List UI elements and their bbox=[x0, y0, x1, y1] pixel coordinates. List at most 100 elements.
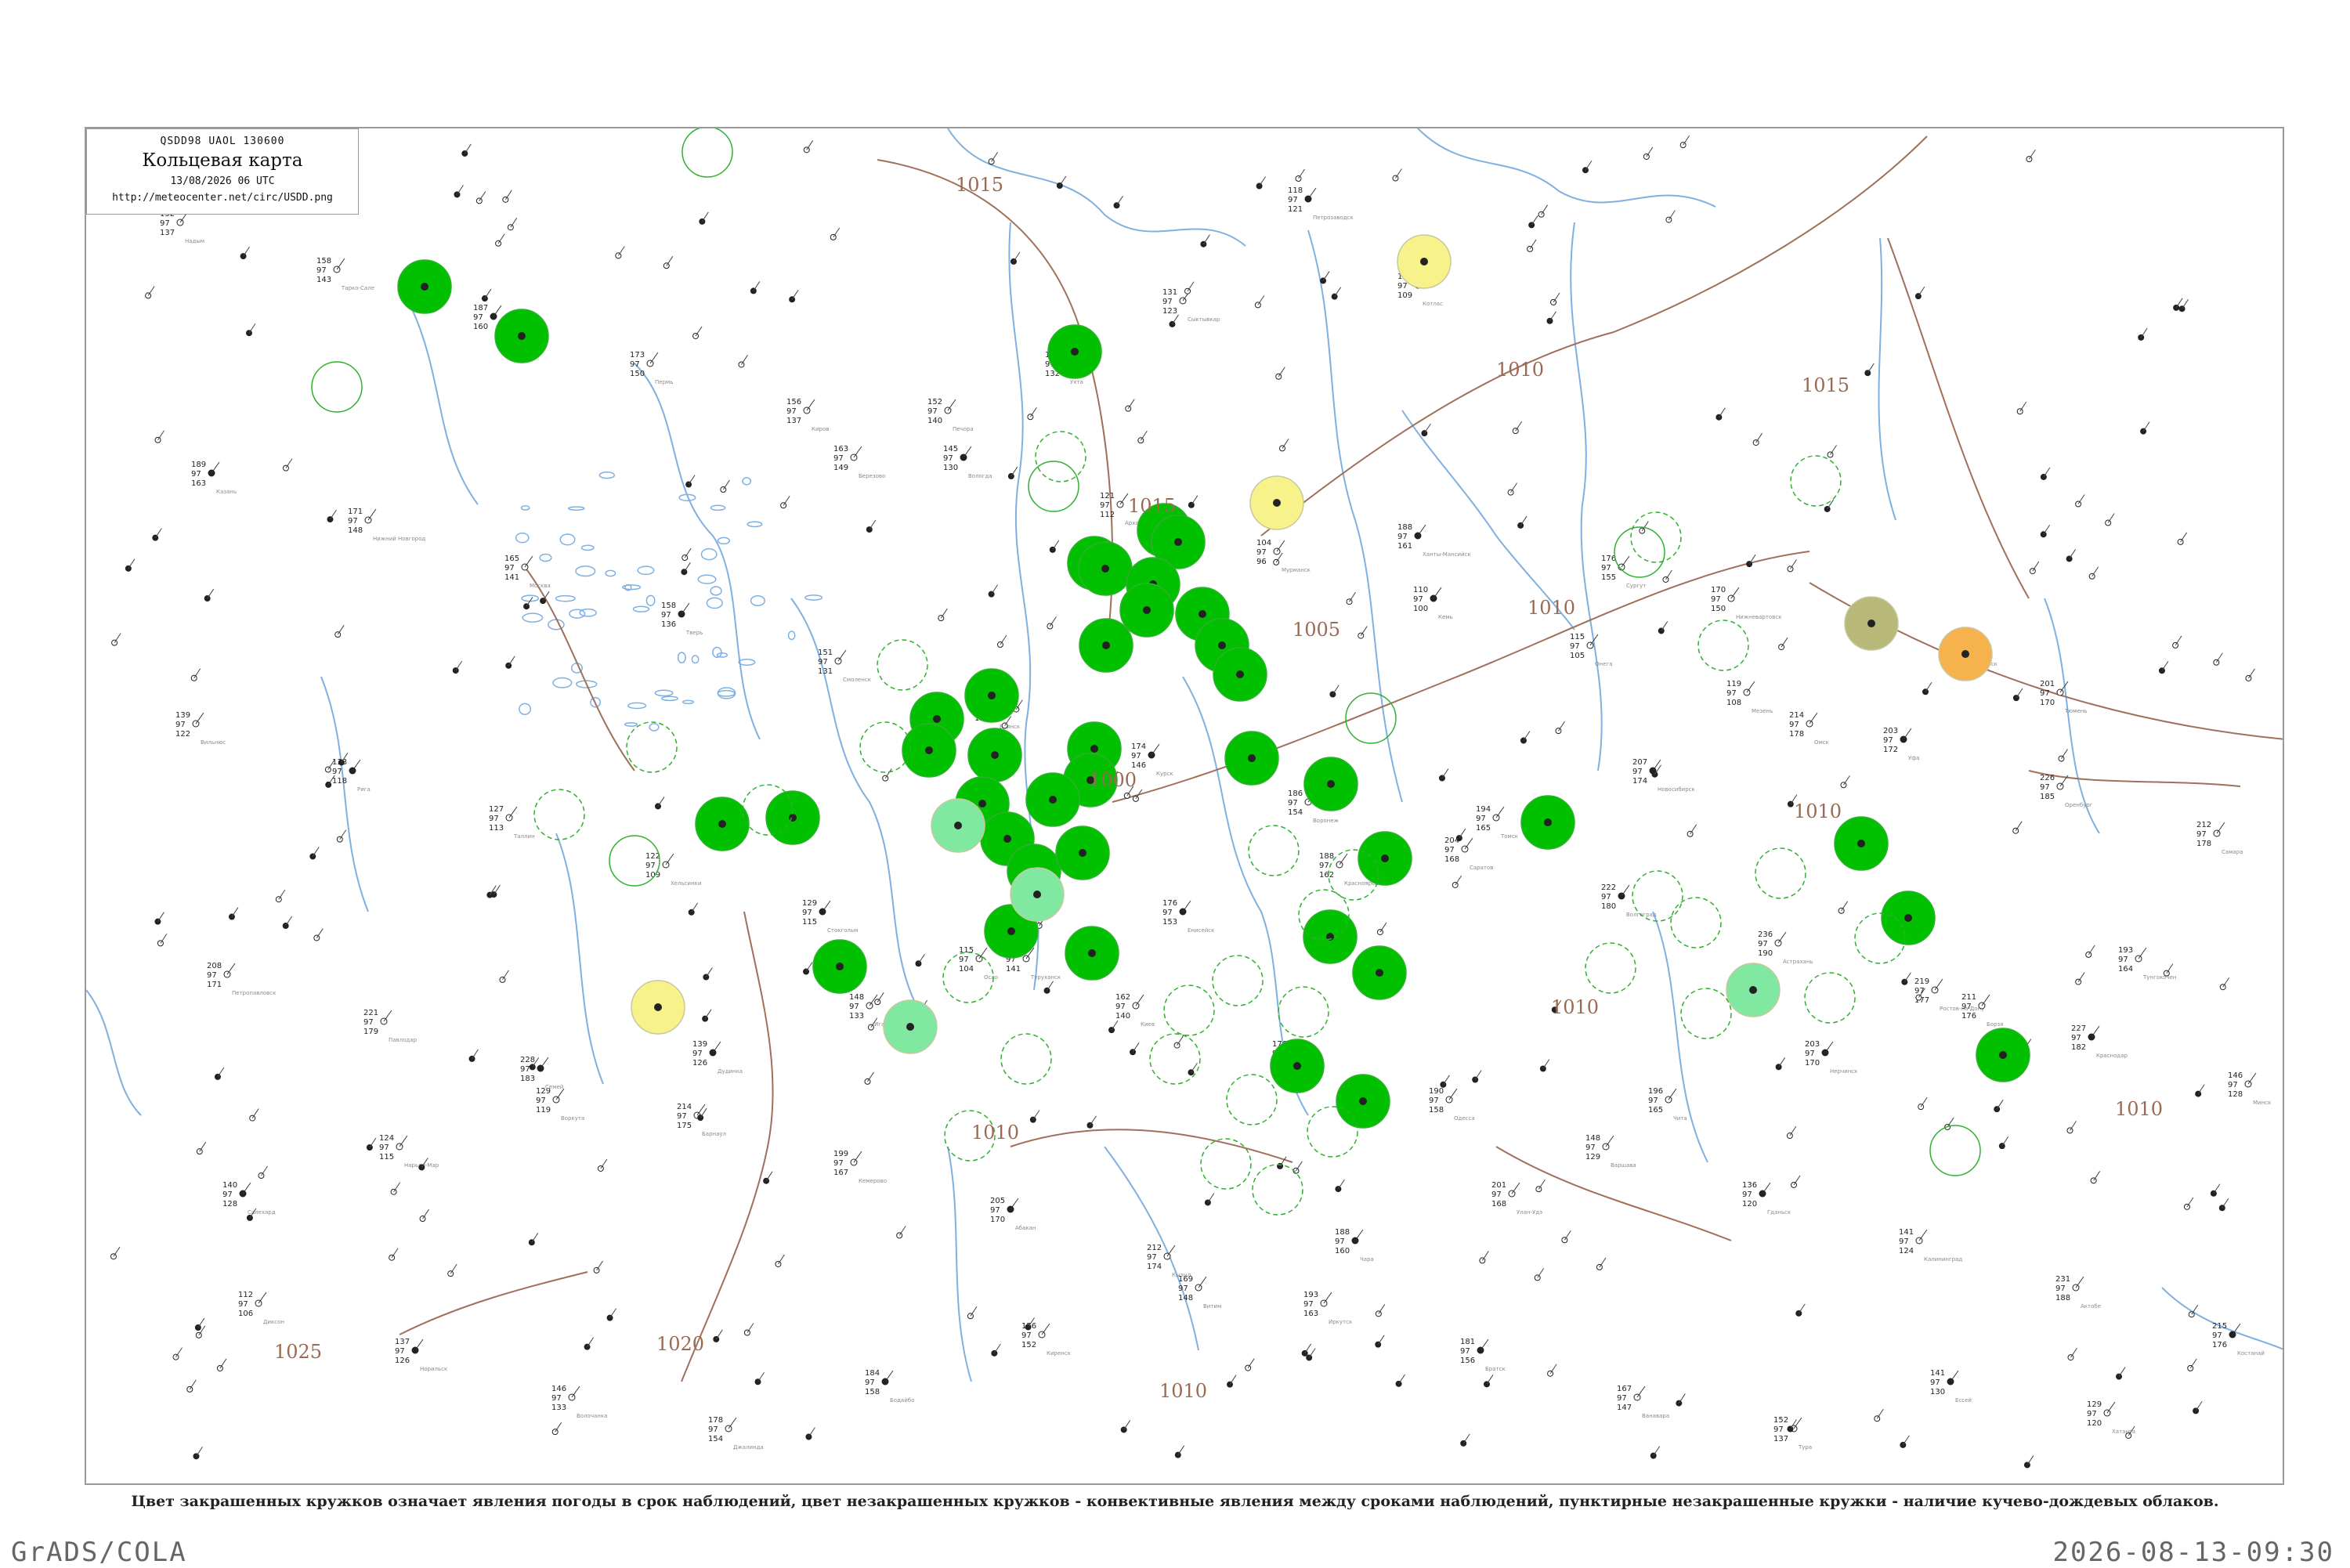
dewpoint-value: 129 bbox=[1585, 1153, 1600, 1162]
visibility-value: 97 bbox=[1601, 564, 1611, 573]
dewpoint-value: 137 bbox=[786, 417, 801, 425]
visibility-value: 97 bbox=[865, 1378, 875, 1387]
pressure-value: 121 bbox=[1100, 492, 1115, 500]
visibility-value: 97 bbox=[692, 1050, 703, 1058]
station-name: Чита bbox=[1673, 1115, 1687, 1122]
visibility-value: 97 bbox=[1711, 595, 1721, 604]
pressure-value: 221 bbox=[363, 1009, 378, 1017]
station-marker bbox=[1643, 153, 1650, 160]
station-name: Тура bbox=[1798, 1444, 1812, 1451]
header-code: QSDD98 UAOL 130600 bbox=[160, 135, 285, 147]
station-marker bbox=[204, 595, 211, 602]
pressure-value: 139 bbox=[175, 711, 190, 720]
header-url: http://meteocenter.net/circ/USDD.png bbox=[112, 192, 333, 204]
station-name: Костанай bbox=[2237, 1350, 2265, 1357]
dewpoint-value: 141 bbox=[504, 573, 519, 582]
station-name: Воркута bbox=[561, 1115, 584, 1122]
isobar-label: 1010 bbox=[1794, 800, 1842, 822]
station-name: Нерчинск bbox=[1830, 1068, 1857, 1075]
dewpoint-value: 165 bbox=[1648, 1106, 1663, 1115]
pressure-value: 146 bbox=[2228, 1071, 2243, 1080]
visibility-value: 97 bbox=[1021, 1331, 1032, 1340]
header-title: Кольцевая карта bbox=[142, 150, 303, 171]
visibility-value: 97 bbox=[2055, 1284, 2066, 1293]
station-name: Уфа bbox=[1908, 755, 1920, 761]
station-marker bbox=[1999, 1051, 2007, 1059]
station-marker bbox=[1331, 293, 1338, 300]
station-name: Котлас bbox=[1423, 301, 1443, 307]
visibility-value: 97 bbox=[849, 1003, 859, 1011]
dewpoint-value: 141 bbox=[1006, 965, 1021, 974]
dewpoint-value: 190 bbox=[1758, 949, 1773, 958]
station-marker bbox=[1200, 240, 1207, 247]
station-name: Тюмень bbox=[2064, 708, 2087, 714]
pressure-value: 203 bbox=[1883, 727, 1898, 735]
pressure-value: 170 bbox=[1711, 586, 1726, 594]
station-marker bbox=[1538, 211, 1545, 218]
dewpoint-value: 119 bbox=[536, 1106, 551, 1115]
dewpoint-value: 115 bbox=[802, 918, 817, 927]
station-marker bbox=[978, 800, 986, 807]
dewpoint-value: 163 bbox=[1303, 1310, 1318, 1318]
pressure-value: 139 bbox=[692, 1040, 707, 1049]
station-name: Тверь bbox=[685, 630, 703, 636]
station-marker bbox=[1007, 927, 1015, 935]
visibility-value: 97 bbox=[332, 768, 342, 776]
pressure-value: 173 bbox=[630, 351, 645, 359]
visibility-value: 97 bbox=[1303, 1300, 1314, 1309]
map-header: QSDD98 UAOL 130600 Кольцевая карта 13/08… bbox=[86, 128, 359, 215]
station-marker bbox=[2173, 304, 2180, 311]
station-name: Диксон bbox=[263, 1319, 284, 1325]
station-marker bbox=[214, 1073, 221, 1080]
pressure-value: 188 bbox=[1397, 523, 1412, 532]
visibility-value: 97 bbox=[363, 1018, 374, 1027]
visibility-value: 97 bbox=[2040, 783, 2050, 792]
dewpoint-value: 126 bbox=[395, 1357, 410, 1365]
station-name: Березово bbox=[859, 473, 885, 479]
pressure-value: 124 bbox=[379, 1134, 394, 1143]
pressure-value: 226 bbox=[2040, 774, 2055, 782]
visibility-value: 97 bbox=[2228, 1081, 2238, 1089]
station-name: Осло bbox=[984, 974, 998, 981]
visibility-value: 97 bbox=[395, 1347, 405, 1356]
station-name: Пермь bbox=[655, 379, 673, 385]
visibility-value: 97 bbox=[551, 1394, 562, 1403]
visibility-value: 97 bbox=[1491, 1190, 1502, 1199]
visibility-value: 97 bbox=[160, 219, 170, 228]
isobar-label: 1015 bbox=[1802, 374, 1849, 396]
pressure-value: 115 bbox=[1570, 633, 1585, 641]
visibility-value: 97 bbox=[1162, 298, 1173, 306]
station-marker bbox=[1090, 745, 1098, 753]
station-name: Павлодар bbox=[389, 1037, 418, 1043]
dewpoint-value: 164 bbox=[2118, 965, 2133, 974]
station-name: Тарко-Сале bbox=[341, 285, 374, 291]
pressure-value: 141 bbox=[1930, 1369, 1945, 1378]
station-name: Семей bbox=[545, 1084, 563, 1090]
station-marker bbox=[481, 295, 488, 302]
station-marker bbox=[1049, 796, 1057, 804]
station-marker bbox=[1198, 610, 1206, 618]
dewpoint-value: 158 bbox=[865, 1388, 880, 1396]
pressure-value: 119 bbox=[1726, 680, 1741, 688]
dewpoint-value: 178 bbox=[1789, 730, 1804, 739]
station-name: Сыктывкар bbox=[1188, 316, 1220, 323]
dewpoint-value: 105 bbox=[1570, 652, 1585, 660]
isobar-label: 1010 bbox=[1159, 1380, 1207, 1402]
dewpoint-value: 163 bbox=[191, 479, 206, 488]
dewpoint-value: 180 bbox=[1601, 902, 1616, 911]
pressure-value: 151 bbox=[818, 649, 833, 657]
station-marker bbox=[1101, 565, 1109, 573]
station-marker bbox=[518, 332, 526, 340]
station-name: Абакан bbox=[1015, 1225, 1036, 1231]
pressure-value: 167 bbox=[1617, 1385, 1632, 1393]
visibility-value: 97 bbox=[2118, 956, 2128, 964]
pressure-value: 174 bbox=[1131, 742, 1146, 751]
pressure-value: 158 bbox=[316, 257, 331, 266]
dewpoint-value: 147 bbox=[1617, 1404, 1632, 1412]
dewpoint-value: 150 bbox=[630, 370, 645, 378]
station-name: Енисейск bbox=[1188, 927, 1214, 934]
dewpoint-value: 168 bbox=[1444, 855, 1459, 864]
visibility-value: 97 bbox=[2087, 1410, 2097, 1418]
station-name: Витим bbox=[1203, 1303, 1221, 1310]
visibility-value: 97 bbox=[1162, 909, 1173, 917]
